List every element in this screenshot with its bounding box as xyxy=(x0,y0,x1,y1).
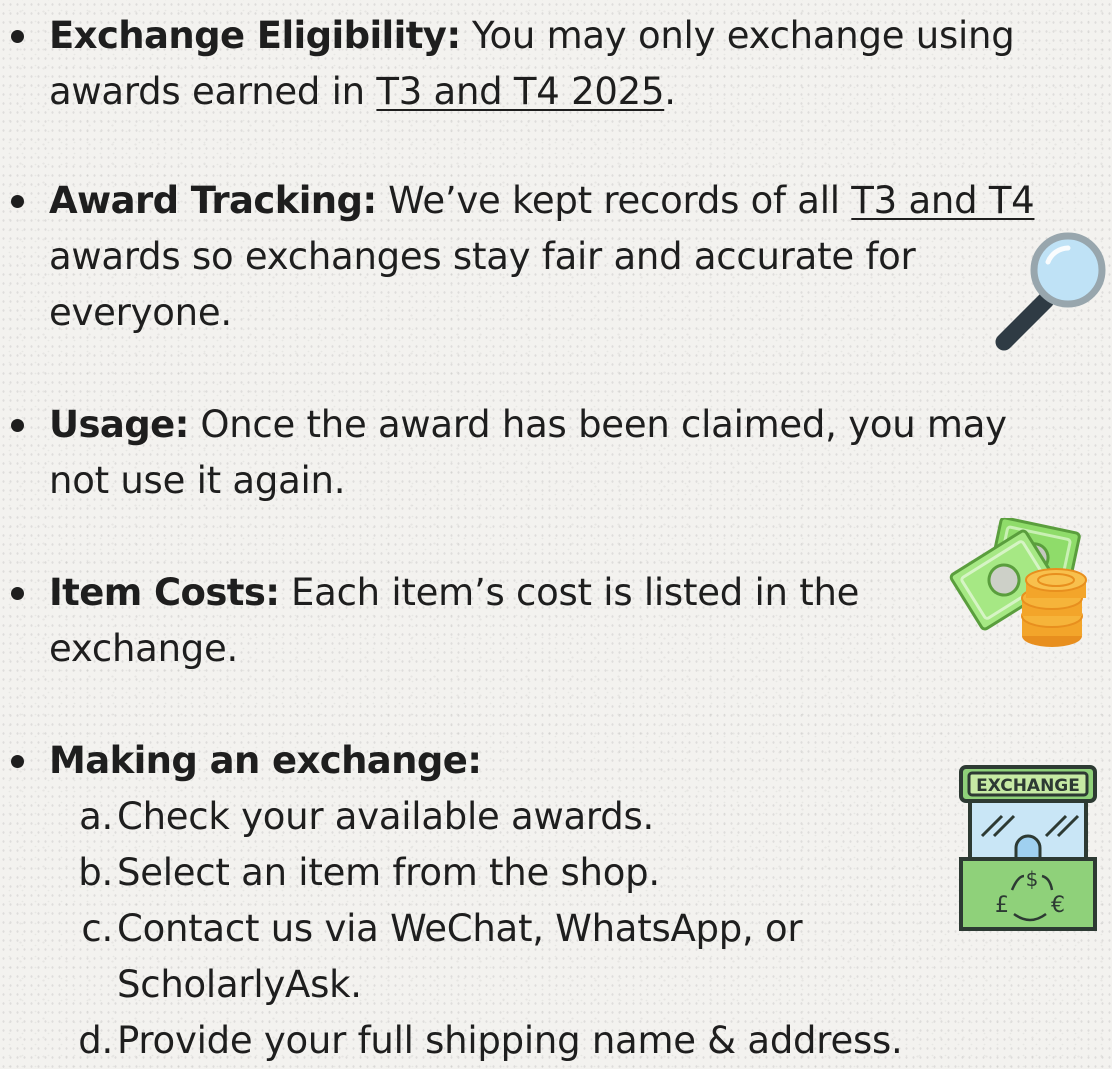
rule-text: Exchange Eligibility: You may only excha… xyxy=(49,8,1015,64)
rule-text-line2: awards earned in T3 and T4 2025. xyxy=(49,64,676,120)
step-marker: c. xyxy=(81,907,113,950)
step-marker: b. xyxy=(78,851,113,894)
exchange-booth-icon: EXCHANGE $ £ € xyxy=(959,765,1097,931)
term-link[interactable]: T3 and T4 2025 xyxy=(376,70,664,113)
step-text-cont: ScholarlyAsk. xyxy=(117,963,362,1006)
rule-body: We’ve kept records of all xyxy=(376,179,852,222)
rule-title: Usage: xyxy=(49,403,189,446)
rule-body: awards earned in xyxy=(49,70,377,113)
bullet xyxy=(11,755,24,768)
rule-body: Each item’s cost is listed in the xyxy=(279,571,860,614)
rule-body: Once the award has been claimed, you may xyxy=(188,403,1007,446)
rule-text-line2: not use it again. xyxy=(49,459,346,502)
dollar-symbol: $ xyxy=(1026,867,1039,891)
step-marker: a. xyxy=(79,795,113,838)
rule-body: You may only exchange using xyxy=(460,14,1015,57)
bullet xyxy=(11,30,24,43)
step-text: Check your available awards. xyxy=(117,795,654,838)
exchange-sign-text: EXCHANGE xyxy=(976,776,1080,796)
step-text: Provide your full shipping name & addres… xyxy=(117,1019,903,1062)
rule-text-line2: exchange. xyxy=(49,627,239,670)
step-text: Select an item from the shop. xyxy=(117,851,660,894)
rule-title: Making an exchange: xyxy=(49,739,482,782)
euro-symbol: € xyxy=(1051,893,1065,918)
rule-text: Usage: Once the award has been claimed, … xyxy=(49,397,1007,453)
rule-title: Item Costs: xyxy=(49,571,280,614)
rule-text: Making an exchange: xyxy=(49,733,482,789)
magnifying-glass-icon xyxy=(995,232,1106,351)
term-link[interactable]: T3 and T4 xyxy=(851,179,1034,222)
bullet xyxy=(11,587,24,600)
rule-text-line2: awards so exchanges stay fair and accura… xyxy=(49,235,916,278)
pound-symbol: £ xyxy=(995,893,1009,918)
step-text: Contact us via WeChat, WhatsApp, or xyxy=(117,907,803,950)
rule-text: Award Tracking: We’ve kept records of al… xyxy=(49,173,1035,229)
rule-title: Exchange Eligibility: xyxy=(49,14,461,57)
rule-text-line3: everyone. xyxy=(49,291,232,334)
bullet xyxy=(11,419,24,432)
money-coins-icon xyxy=(949,518,1087,647)
rule-title: Award Tracking: xyxy=(49,179,377,222)
rule-body: . xyxy=(664,70,676,113)
step-marker: d. xyxy=(78,1019,113,1062)
bullet xyxy=(11,195,24,208)
rule-text: Item Costs: Each item’s cost is listed i… xyxy=(49,565,859,621)
